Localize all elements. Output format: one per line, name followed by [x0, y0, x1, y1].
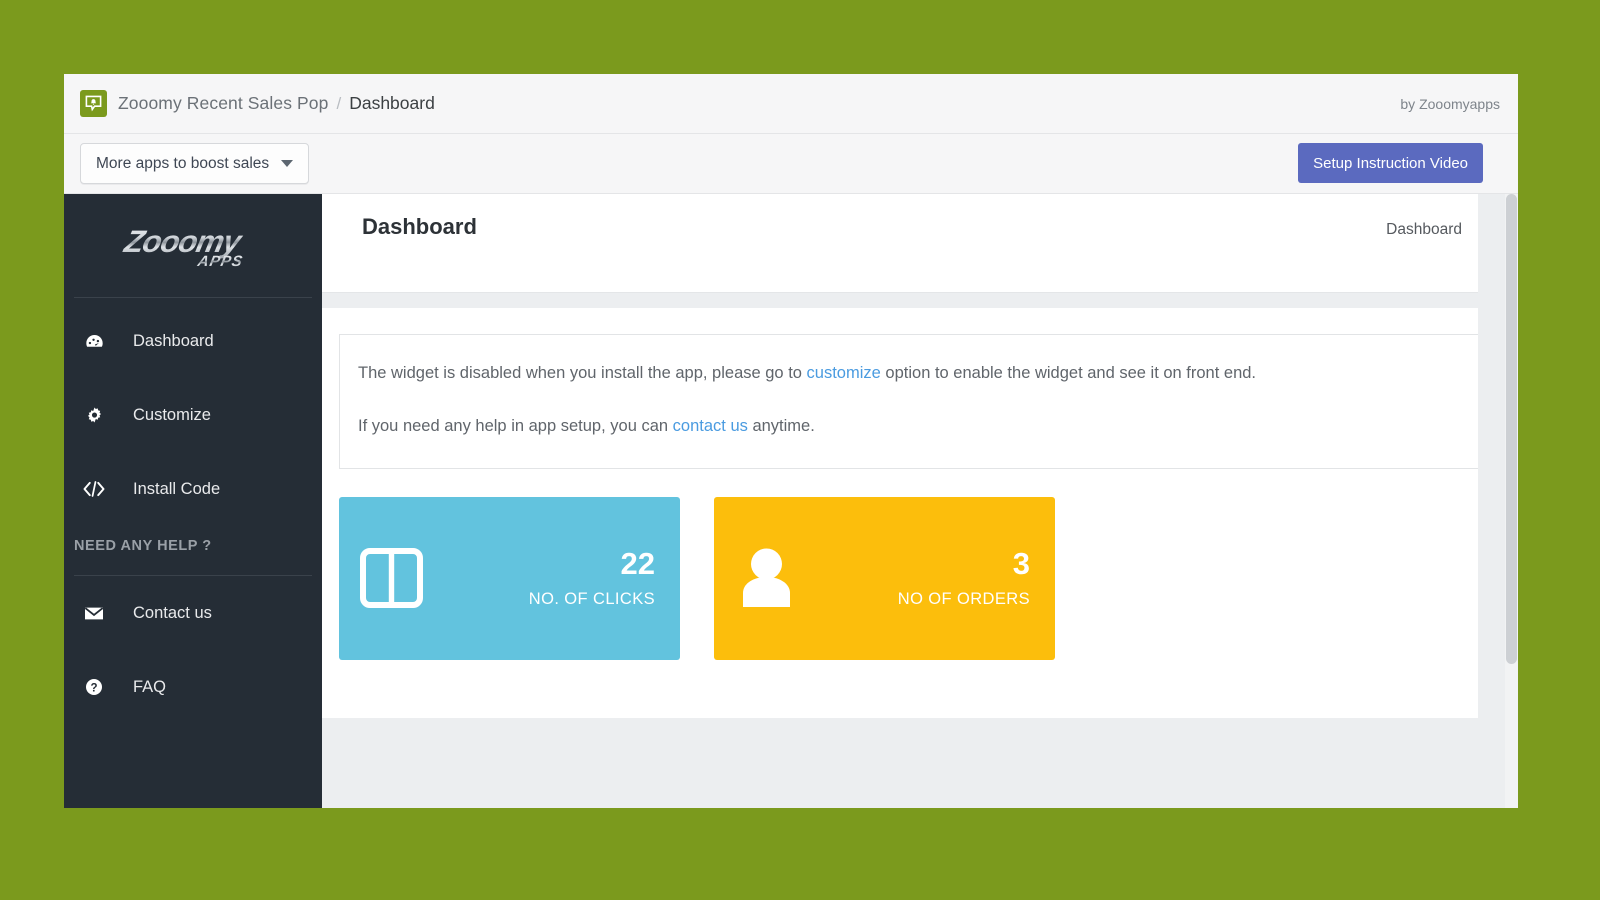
sidebar-item-label: Install Code: [133, 479, 221, 498]
stat-cards: 22 NO. OF CLICKS 3 NO OF ORDERS: [339, 496, 1485, 660]
main-content: Dashboard Dashboard The widget is disabl…: [322, 194, 1518, 808]
contact-us-link[interactable]: contact us: [673, 417, 748, 435]
customize-link[interactable]: customize: [807, 364, 881, 382]
dashboard-panel: The widget is disabled when you install …: [322, 308, 1502, 718]
more-apps-dropdown-button[interactable]: More apps to boost sales: [80, 143, 310, 184]
notice-text: anytime.: [747, 416, 815, 435]
sidebar-item-label: Contact us: [133, 603, 212, 622]
sidebar: Zooomy APPS Dashboard Customize Install …: [64, 194, 322, 808]
sidebar-help-nav: Contact us ? FAQ: [64, 576, 322, 724]
sidebar-help-section-title: NEED ANY HELP ?: [74, 538, 212, 554]
setup-instruction-video-button[interactable]: Setup Instruction Video: [1298, 143, 1483, 183]
svg-text:?: ?: [90, 682, 97, 694]
app-title[interactable]: Zooomy Recent Sales Pop: [118, 93, 328, 114]
sidebar-item-dashboard[interactable]: Dashboard: [64, 304, 322, 378]
notice-text: If you need any help in app setup, you c…: [358, 416, 673, 435]
stat-card-clicks[interactable]: 22 NO. OF CLICKS: [339, 496, 680, 660]
sidebar-brand-logo[interactable]: Zooomy APPS: [64, 194, 322, 297]
byline-text: by Zooomyapps: [1400, 95, 1500, 112]
columns-layout-icon: [360, 548, 423, 609]
content-inner: Dashboard Dashboard The widget is disabl…: [322, 194, 1502, 718]
page-header: Dashboard Dashboard: [322, 194, 1502, 293]
envelope-icon: [73, 606, 115, 621]
sidebar-item-faq[interactable]: ? FAQ: [64, 650, 322, 724]
sidebar-item-contact-us[interactable]: Contact us: [64, 576, 322, 650]
more-apps-label: More apps to boost sales: [96, 154, 270, 172]
breadcrumb-separator: /: [336, 93, 342, 113]
stat-label: NO. OF CLICKS: [528, 590, 655, 609]
stat-value: 3: [1012, 545, 1030, 581]
svg-text:APPS: APPS: [195, 253, 244, 270]
sidebar-item-install-code[interactable]: Install Code: [64, 452, 322, 526]
speech-bubble-bell-icon: [80, 90, 107, 117]
chevron-down-icon: [281, 160, 294, 167]
window-body: Zooomy APPS Dashboard Customize Install …: [64, 194, 1518, 808]
stat-label: NO OF ORDERS: [897, 590, 1030, 609]
gear-icon: [73, 406, 115, 425]
sidebar-item-label: FAQ: [133, 677, 167, 696]
stat-value: 22: [620, 545, 655, 581]
page-breadcrumb: Dashboard: [1386, 221, 1462, 238]
user-person-icon: [735, 547, 798, 609]
sidebar-nav: Dashboard Customize Install Code: [64, 298, 322, 526]
gauge-dashboard-icon: [73, 332, 115, 351]
scrollbar-thumb[interactable]: [1506, 194, 1517, 664]
stat-text: 3 NO OF ORDERS: [897, 545, 1030, 610]
action-bar: More apps to boost sales Setup Instructi…: [64, 134, 1518, 194]
sidebar-item-customize[interactable]: Customize: [64, 378, 322, 452]
app-window: Zooomy Recent Sales Pop / Dashboard by Z…: [64, 74, 1518, 808]
code-brackets-icon: [73, 480, 115, 498]
top-bar: Zooomy Recent Sales Pop / Dashboard by Z…: [64, 74, 1518, 134]
sidebar-item-label: Dashboard: [133, 331, 214, 350]
sidebar-item-label: Customize: [133, 405, 211, 424]
stat-card-orders[interactable]: 3 NO OF ORDERS: [714, 496, 1055, 660]
notice-line-1: The widget is disabled when you install …: [358, 362, 1466, 386]
breadcrumb-current: Dashboard: [349, 93, 435, 113]
notice-box: The widget is disabled when you install …: [339, 334, 1485, 469]
vertical-scrollbar[interactable]: [1505, 194, 1518, 808]
stat-text: 22 NO. OF CLICKS: [528, 545, 655, 610]
page-title: Dashboard: [362, 214, 477, 239]
notice-line-2: If you need any help in app setup, you c…: [358, 415, 1466, 439]
notice-text: The widget is disabled when you install …: [358, 364, 807, 382]
question-circle-icon: ?: [73, 678, 115, 696]
notice-text: option to enable the widget and see it o…: [880, 364, 1257, 382]
